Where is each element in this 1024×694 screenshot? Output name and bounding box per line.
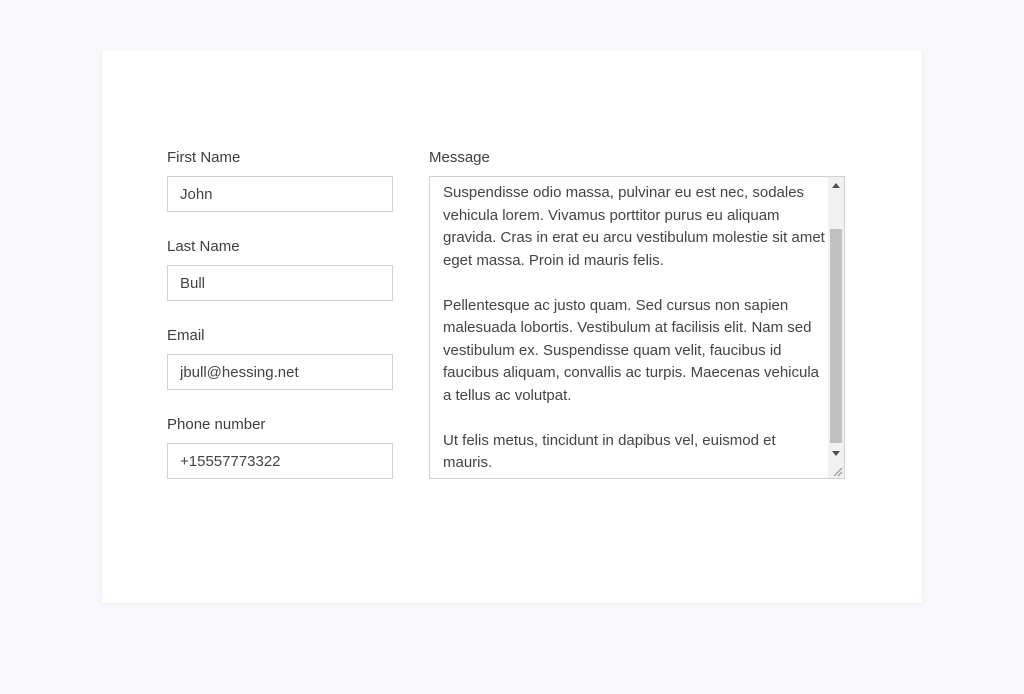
contact-form-card: First Name Last Name Email Phone number … <box>102 50 922 603</box>
email-input[interactable] <box>167 354 393 390</box>
resize-grip-icon[interactable] <box>828 462 844 478</box>
phone-number-input[interactable] <box>167 443 393 479</box>
last-name-label: Last Name <box>167 238 240 255</box>
last-name-input[interactable] <box>167 265 393 301</box>
message-label: Message <box>429 149 490 166</box>
email-label: Email <box>167 327 205 344</box>
scroll-down-icon[interactable] <box>828 445 844 461</box>
first-name-input[interactable] <box>167 176 393 212</box>
scrollbar-thumb[interactable] <box>830 229 842 443</box>
phone-number-label: Phone number <box>167 416 266 433</box>
message-scrollbar[interactable] <box>828 177 844 478</box>
message-textarea[interactable]: Suspendisse odio massa, pulvinar eu est … <box>429 176 845 479</box>
message-text[interactable]: Suspendisse odio massa, pulvinar eu est … <box>430 177 827 478</box>
scroll-up-icon[interactable] <box>828 177 844 193</box>
first-name-label: First Name <box>167 149 241 166</box>
